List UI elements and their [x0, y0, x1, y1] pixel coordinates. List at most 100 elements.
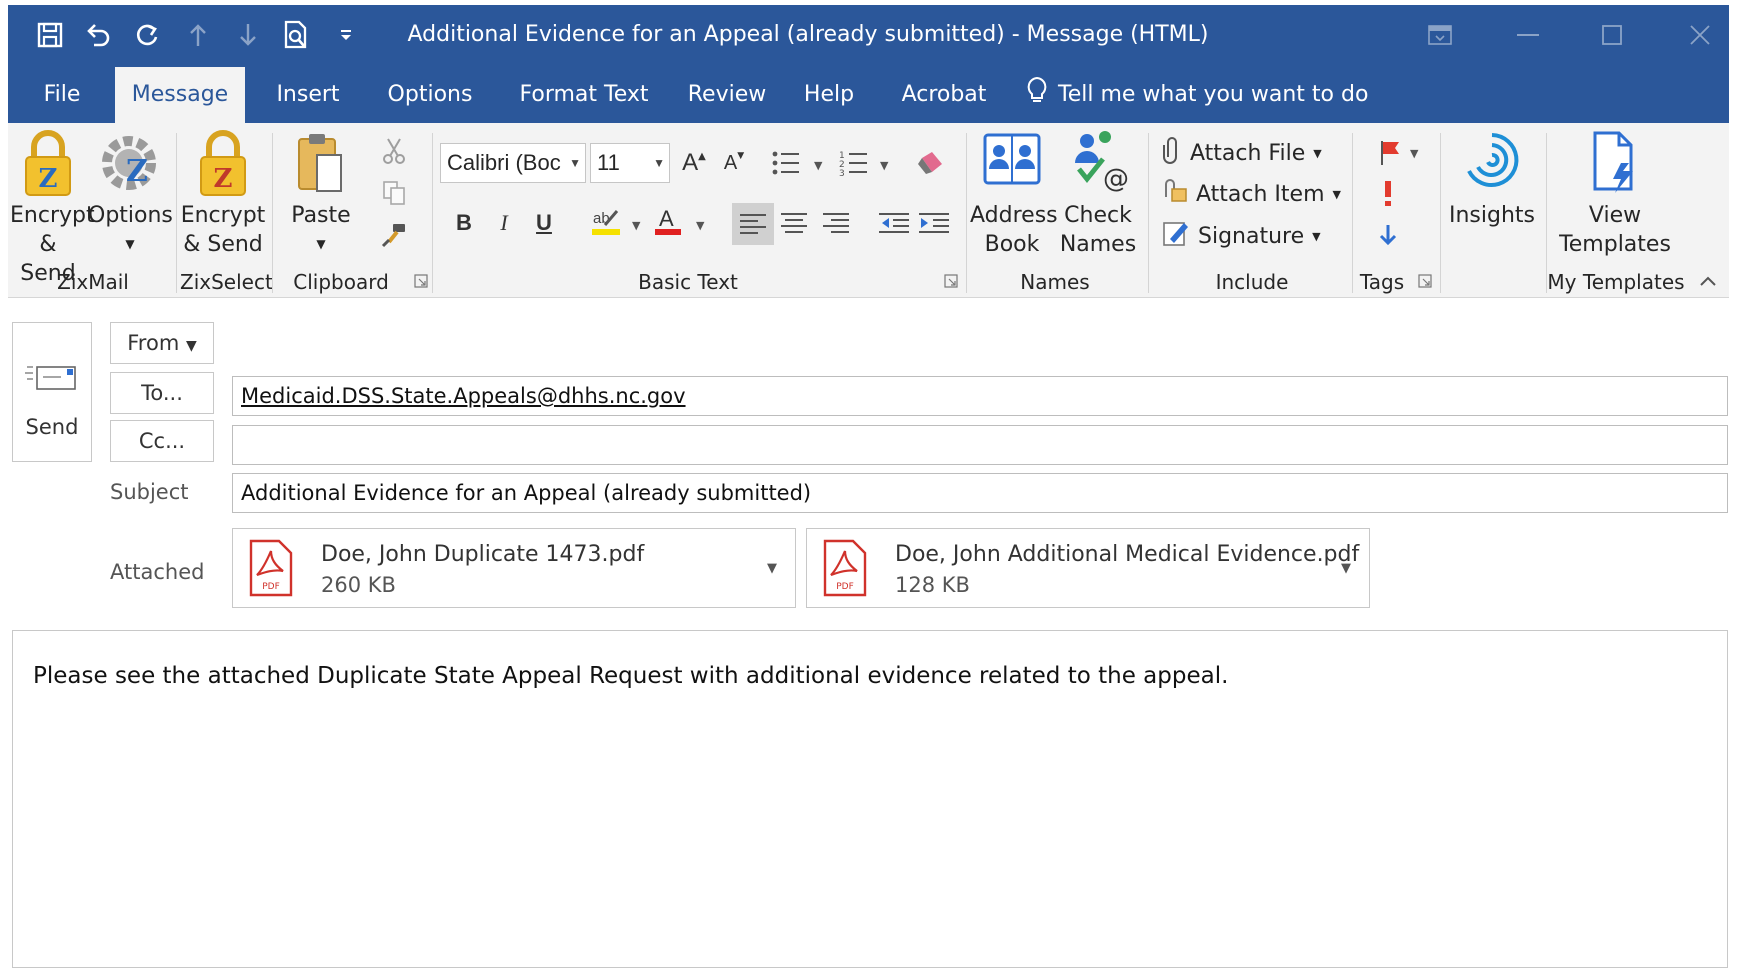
zix-lock-icon: Z — [10, 129, 86, 201]
subject-field[interactable]: Additional Evidence for an Appeal (alrea… — [232, 473, 1728, 513]
tell-me-search[interactable]: Tell me what you want to do — [1026, 65, 1368, 123]
check-names-label-2: Names — [1059, 232, 1137, 257]
chevron-down-icon[interactable]: ▼ — [1410, 147, 1418, 160]
attachment-card[interactable]: PDF Doe, John Additional Medical Evidenc… — [806, 528, 1370, 608]
bold-button[interactable]: B — [446, 205, 482, 241]
clipboard-icon — [276, 129, 366, 201]
message-body-text: Please see the attached Duplicate State … — [33, 663, 1229, 689]
message-body-editor[interactable]: Please see the attached Duplicate State … — [12, 630, 1728, 968]
chevron-down-icon[interactable]: ▼ — [1341, 561, 1351, 576]
view-templates-button[interactable]: View Templates — [1552, 129, 1678, 259]
paste-button[interactable]: Paste ▼ — [276, 129, 366, 259]
zixmail-options-button[interactable]: Z Options ▼ — [88, 129, 173, 259]
chevron-down-icon: ▼ — [1312, 229, 1321, 243]
align-right-button[interactable] — [818, 205, 854, 241]
decrease-indent-icon[interactable] — [876, 205, 912, 241]
svg-text:3: 3 — [839, 169, 845, 177]
font-color-icon[interactable]: A — [650, 203, 686, 239]
zixmail-options-label: Options — [88, 203, 173, 228]
numbering-icon[interactable]: 123 — [836, 145, 872, 181]
format-painter-icon[interactable] — [376, 217, 412, 253]
save-icon[interactable] — [28, 13, 72, 57]
group-divider — [1148, 133, 1149, 293]
chevron-down-icon[interactable]: ▼ — [880, 159, 888, 172]
font-size-dropdown[interactable]: 11 ▼ — [590, 143, 670, 183]
check-names-label-1: Check — [1064, 203, 1132, 228]
chevron-down-icon[interactable]: ▼ — [814, 159, 822, 172]
to-button[interactable]: To... — [110, 372, 214, 414]
tags-dialog-launcher-icon[interactable] — [1418, 273, 1434, 289]
basic-text-dialog-launcher-icon[interactable] — [944, 273, 960, 289]
clipboard-dialog-launcher-icon[interactable] — [414, 273, 430, 289]
tab-format-text[interactable]: Format Text — [504, 65, 664, 123]
chevron-down-icon[interactable]: ▼ — [696, 219, 704, 232]
from-label: From — [127, 331, 180, 355]
copy-icon[interactable] — [376, 175, 412, 211]
my-templates-group-label: My Templates — [1547, 270, 1685, 294]
to-field[interactable]: Medicaid.DSS.State.Appeals@dhhs.nc.gov — [232, 376, 1728, 416]
low-importance-icon[interactable] — [1370, 217, 1406, 253]
high-importance-icon[interactable] — [1370, 175, 1406, 211]
svg-text:PDF: PDF — [836, 582, 854, 592]
font-name-dropdown[interactable]: Calibri (Boc ▼ — [440, 143, 586, 183]
align-left-button[interactable] — [732, 203, 774, 245]
clear-formatting-icon[interactable] — [912, 145, 948, 181]
attach-item-icon — [1162, 177, 1188, 211]
tab-file[interactable]: File — [20, 65, 104, 123]
signature-button[interactable]: Signature ▼ — [1162, 219, 1321, 253]
cc-button[interactable]: Cc... — [110, 420, 214, 462]
subject-label: Subject — [110, 480, 189, 504]
chevron-down-icon[interactable]: ▼ — [632, 219, 640, 232]
chevron-down-icon: ▼ — [1332, 187, 1341, 201]
bullets-icon[interactable] — [768, 145, 804, 181]
italic-button[interactable]: I — [486, 205, 522, 241]
group-divider — [966, 133, 967, 293]
undo-icon[interactable] — [76, 13, 120, 57]
tab-insert[interactable]: Insert — [258, 65, 358, 123]
address-book-icon — [970, 129, 1054, 201]
window-title: Additional Evidence for an Appeal (alrea… — [407, 22, 1209, 47]
align-center-button[interactable] — [776, 205, 812, 241]
chevron-down-icon[interactable]: ▼ — [767, 561, 777, 576]
attach-file-button[interactable]: Attach File ▼ — [1162, 135, 1322, 171]
send-envelope-icon — [25, 363, 81, 397]
title-bar: Additional Evidence for an Appeal (alrea… — [8, 5, 1729, 65]
insights-button[interactable]: Insights — [1444, 129, 1540, 230]
attachment-card[interactable]: PDF Doe, John Duplicate 1473.pdf 260 KB … — [232, 528, 796, 608]
tab-message[interactable]: Message — [115, 67, 245, 123]
group-divider — [272, 133, 273, 293]
ribbon-display-options-icon[interactable] — [1420, 15, 1460, 55]
cc-field[interactable] — [232, 425, 1728, 465]
highlight-icon[interactable]: ab — [588, 203, 624, 239]
cut-icon[interactable] — [376, 133, 412, 169]
tab-acrobat[interactable]: Acrobat — [882, 65, 1006, 123]
address-book-button[interactable]: Address Book — [970, 129, 1058, 259]
send-button[interactable]: Send — [12, 322, 92, 462]
check-names-button[interactable]: @ Check Names — [1056, 129, 1140, 259]
chevron-down-icon: ▼ — [125, 237, 135, 251]
collapse-ribbon-icon[interactable] — [1690, 263, 1726, 299]
grow-font-icon[interactable]: A ▲ — [676, 145, 712, 181]
attach-item-button[interactable]: Attach Item ▼ — [1162, 177, 1341, 211]
to-recipient[interactable]: Medicaid.DSS.State.Appeals@dhhs.nc.gov — [241, 384, 686, 408]
redo-icon[interactable] — [126, 13, 170, 57]
svg-text:@: @ — [1103, 164, 1129, 193]
templates-icon — [1552, 129, 1678, 201]
underline-button[interactable]: U — [526, 205, 562, 241]
close-icon[interactable] — [1680, 15, 1720, 55]
previous-item-icon[interactable] — [176, 13, 220, 57]
tab-review[interactable]: Review — [676, 65, 778, 123]
minimize-icon[interactable] — [1508, 15, 1548, 55]
view-templates-label-2: Templates — [1559, 232, 1671, 257]
from-button[interactable]: From ▼ — [110, 322, 214, 364]
tab-help[interactable]: Help — [792, 65, 866, 123]
zixmail-encrypt-send-button[interactable]: Z Encrypt & Send — [10, 129, 95, 288]
maximize-icon[interactable] — [1592, 15, 1632, 55]
zixselect-encrypt-send-button[interactable]: Z Encrypt & Send — [180, 129, 266, 259]
follow-up-flag-icon[interactable] — [1372, 135, 1408, 171]
shrink-font-icon[interactable]: A ▼ — [716, 145, 752, 181]
increase-indent-icon[interactable] — [916, 205, 952, 241]
tab-options[interactable]: Options — [373, 65, 487, 123]
next-item-icon[interactable] — [226, 13, 270, 57]
insights-label: Insights — [1448, 203, 1535, 228]
